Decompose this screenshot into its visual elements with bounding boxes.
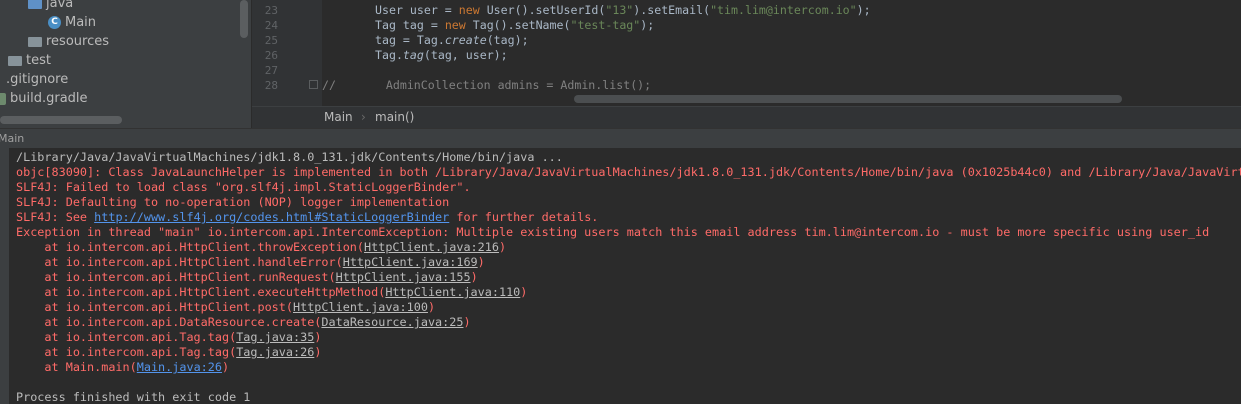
stack-frame: at io.intercom.api.DataResource.create(D… (16, 315, 471, 329)
stack-frame-link[interactable]: DataResource.java:25 (321, 315, 463, 329)
code-editor[interactable]: 23 24 25 26 27 28 User user = new User()… (252, 0, 1241, 106)
stack-frame: at io.intercom.api.Tag.tag(Tag.java:35) (16, 330, 322, 344)
tree-vertical-scrollbar[interactable] (240, 0, 248, 38)
tree-item-label: Main (65, 15, 97, 30)
console-line-exception: Exception in thread "main" io.intercom.a… (16, 225, 1210, 239)
tree-item-resources[interactable]: resources (28, 32, 109, 51)
fold-icon[interactable] (309, 80, 318, 89)
folder-icon (8, 55, 22, 66)
code-line-28: // AdminCollection admins = Admin.list()… (322, 78, 652, 92)
run-panel-header: Main (0, 128, 1241, 148)
stack-frame: at io.intercom.api.Tag.tag(Tag.java:26) (16, 345, 322, 359)
tree-item-gitignore[interactable]: .gitignore (0, 70, 68, 89)
stack-frame-link[interactable]: HttpClient.java:155 (336, 270, 471, 284)
code-line-23: User user = new User().setUserId("13").s… (375, 3, 871, 17)
tree-item-label: test (26, 53, 51, 68)
code-line-24: Tag tag = new Tag().setName("test-tag"); (375, 18, 655, 32)
tree-item-label: java (46, 0, 74, 11)
console-output[interactable]: /Library/Java/JavaVirtualMachines/jdk1.8… (16, 150, 1241, 404)
breadcrumb-method[interactable]: main() (375, 107, 414, 128)
line-number: 25 (264, 34, 278, 47)
tree-item-label: build.gradle (10, 91, 88, 106)
run-tab[interactable]: Main (0, 129, 24, 148)
code-line-25: tag = Tag.create(tag); (375, 33, 529, 47)
folder-icon (28, 0, 42, 9)
stack-frame-link[interactable]: Tag.java:35 (236, 330, 314, 344)
project-tree: java C Main resources test .gitignore bu… (0, 0, 251, 128)
editor-horizontal-scrollbar[interactable] (574, 95, 1122, 103)
console-line-command: /Library/Java/JavaVirtualMachines/jdk1.8… (16, 150, 563, 164)
chevron-right-icon: › (361, 110, 366, 124)
slf4j-link[interactable]: http://www.slf4j.org/codes.html#StaticLo… (94, 210, 449, 224)
console-line-slf4j: SLF4J: See http://www.slf4j.org/codes.ht… (16, 210, 599, 224)
stack-frame-link[interactable]: Main.java:26 (137, 360, 222, 374)
tree-item-main[interactable]: C Main (48, 13, 96, 32)
console-line-objc: objc[83090]: Class JavaLaunchHelper is i… (16, 165, 1241, 179)
stack-frame-link[interactable]: HttpClient.java:169 (343, 255, 478, 269)
stack-frame: at Main.main(Main.java:26) (16, 360, 230, 374)
folder-icon (28, 36, 42, 47)
line-number: 26 (264, 49, 278, 62)
tree-item-build-gradle[interactable]: build.gradle (0, 89, 88, 108)
line-number: 27 (264, 64, 278, 77)
stack-frame: at io.intercom.api.HttpClient.throwExcep… (16, 240, 507, 254)
line-number: 28 (264, 79, 278, 92)
stack-frame: at io.intercom.api.HttpClient.runRequest… (16, 270, 478, 284)
gradle-icon (0, 92, 6, 105)
stack-frame-link[interactable]: HttpClient.java:216 (364, 240, 499, 254)
code-line-26: Tag.tag(tag, user); (375, 48, 508, 62)
line-gutter: 23 24 25 26 27 28 (252, 0, 322, 106)
stack-frame-link[interactable]: Tag.java:26 (236, 345, 314, 359)
tree-item-label: resources (46, 34, 110, 49)
stack-frame-link[interactable]: HttpClient.java:110 (385, 285, 520, 299)
class-icon: C (48, 16, 61, 29)
tree-item-label: .gitignore (6, 72, 69, 87)
console-line-slf4j: SLF4J: Failed to load class "org.slf4j.i… (16, 180, 471, 194)
breadcrumb-class[interactable]: Main (324, 107, 353, 128)
console-line-finished: Process finished with exit code 1 (16, 390, 251, 404)
stack-frame: at io.intercom.api.HttpClient.handleErro… (16, 255, 485, 269)
tree-item-test[interactable]: test (8, 51, 51, 70)
console-line-slf4j: SLF4J: Defaulting to no-operation (NOP) … (16, 195, 450, 209)
breadcrumb: Main › main() (252, 106, 1241, 128)
run-toolbar (0, 148, 9, 404)
stack-frame-link[interactable]: HttpClient.java:100 (293, 300, 428, 314)
stack-frame: at io.intercom.api.HttpClient.post(HttpC… (16, 300, 436, 314)
tree-item-java[interactable]: java (28, 0, 73, 13)
line-number: 23 (264, 4, 278, 17)
tree-horizontal-scrollbar[interactable] (0, 116, 122, 124)
stack-frame: at io.intercom.api.HttpClient.executeHtt… (16, 285, 528, 299)
line-number: 24 (264, 19, 278, 32)
